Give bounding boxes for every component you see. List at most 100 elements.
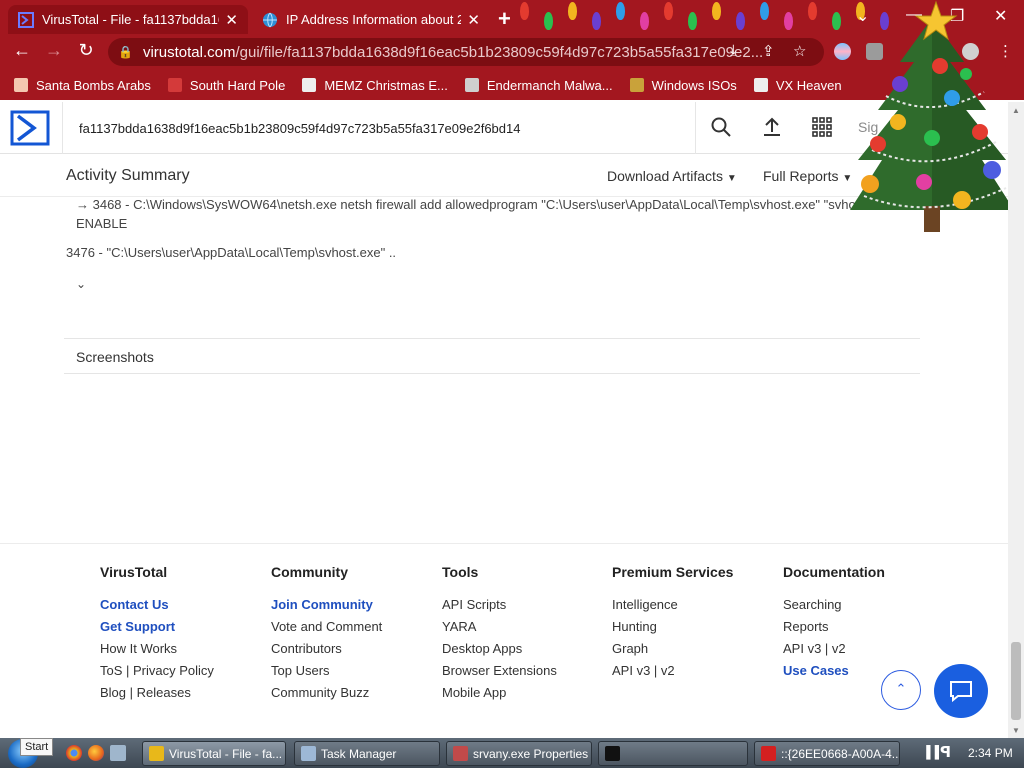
bookmark-item[interactable]: Windows ISOs bbox=[629, 77, 737, 93]
footer-link[interactable]: ToS | Privacy Policy bbox=[100, 660, 270, 682]
bookmark-item[interactable]: Santa Bombs Arabs bbox=[14, 78, 151, 93]
tab-ip-address[interactable]: IP Address Information about 20 ✕ bbox=[252, 5, 490, 34]
tab-title: IP Address Information about 20 bbox=[286, 12, 462, 27]
bookmark-item[interactable]: Endermanch Malwa... bbox=[464, 77, 613, 93]
footer-link[interactable]: API v3 | v2 bbox=[783, 638, 953, 660]
footer-link[interactable]: Blog | Releases bbox=[100, 682, 270, 704]
forward-button[interactable]: → bbox=[42, 40, 66, 61]
scrollbar-thumb[interactable] bbox=[1011, 642, 1021, 720]
screenshots-section[interactable]: Screenshots bbox=[64, 338, 920, 374]
taskbar-window-button[interactable]: Task Manager bbox=[294, 741, 440, 766]
footer-link[interactable]: Mobile App bbox=[442, 682, 612, 704]
back-button[interactable]: ← bbox=[10, 40, 34, 61]
bookmark-label: South Hard Pole bbox=[189, 77, 286, 93]
panda-icon bbox=[464, 78, 479, 92]
bookmark-item[interactable]: South Hard Pole bbox=[167, 77, 286, 93]
footer-link[interactable]: Graph bbox=[612, 638, 782, 660]
download-artifacts-button[interactable]: Download Artifacts ▼ bbox=[607, 168, 737, 184]
footer-link[interactable]: Intelligence bbox=[612, 594, 782, 616]
process-tree-entry: 3476 - "C:\Users\user\AppData\Local\Temp… bbox=[66, 245, 397, 260]
screenshots-heading: Screenshots bbox=[76, 349, 154, 365]
tray-app-icon[interactable]: ꟼ bbox=[940, 743, 951, 761]
taskbar-window-button[interactable]: ::{26EE0668-A00A-4... bbox=[754, 741, 900, 766]
footer-column: Tools API Scripts YARA Desktop Apps Browser … bbox=[442, 564, 612, 704]
footer-link[interactable]: Community Buzz bbox=[271, 682, 441, 704]
light-bulb-icon bbox=[544, 12, 553, 30]
tray-show-hidden-icon[interactable]: ▐▐ bbox=[922, 745, 939, 759]
show-desktop-icon[interactable] bbox=[110, 745, 126, 761]
install-icon[interactable]: ⤓ bbox=[730, 42, 737, 59]
activity-summary-title: Activity Summary bbox=[66, 167, 190, 184]
start-tooltip: Start bbox=[20, 738, 54, 756]
virustotal-favicon-icon bbox=[18, 11, 34, 28]
footer-link[interactable]: Join Community bbox=[271, 594, 441, 616]
globe-favicon-icon bbox=[263, 12, 277, 27]
taskmgr-icon bbox=[301, 746, 316, 761]
reload-button[interactable]: ↻ bbox=[74, 40, 98, 61]
trophy-icon bbox=[629, 78, 644, 92]
christmas-tree-decoration bbox=[850, 0, 1014, 232]
full-reports-button[interactable]: Full Reports ▼ bbox=[763, 168, 852, 184]
firefox-quicklaunch-icon[interactable] bbox=[88, 745, 104, 761]
light-bulb-icon bbox=[664, 2, 673, 20]
page-scrollbar[interactable]: ▲ ▼ bbox=[1008, 102, 1024, 738]
url-path: /gui/file/fa1137bdda1638d9f16eac5b1b2380… bbox=[235, 43, 764, 61]
scroll-down-arrow-icon[interactable]: ▼ bbox=[1012, 726, 1020, 735]
footer-link[interactable]: API Scripts bbox=[442, 594, 612, 616]
taskbar-button-label: srvany.exe Properties bbox=[473, 746, 589, 761]
footer-link[interactable]: Top Users bbox=[271, 660, 441, 682]
light-bulb-icon bbox=[592, 12, 601, 30]
scroll-up-arrow-icon[interactable]: ▲ bbox=[1012, 106, 1020, 115]
light-bulb-icon bbox=[688, 12, 697, 30]
taskbar-window-button[interactable]: VirusTotal - File - fa... bbox=[142, 741, 286, 766]
taskbar-window-button[interactable] bbox=[598, 741, 748, 766]
light-bulb-icon bbox=[784, 12, 793, 30]
footer-link[interactable]: Searching bbox=[783, 594, 953, 616]
spider-icon bbox=[753, 78, 768, 92]
footer-link[interactable]: Browser Extensions bbox=[442, 660, 612, 682]
apps-grid-icon[interactable] bbox=[811, 116, 833, 138]
process-tree-entry-continued: ENABLE bbox=[76, 216, 128, 231]
footer-link[interactable]: Vote and Comment bbox=[271, 616, 441, 638]
bookmark-star-icon[interactable]: ☆ bbox=[793, 42, 806, 60]
footer-link[interactable]: Contributors bbox=[271, 638, 441, 660]
share-icon[interactable]: ⇪ bbox=[762, 42, 775, 60]
footer-link[interactable]: How It Works bbox=[100, 638, 270, 660]
footer-link[interactable]: Hunting bbox=[612, 616, 782, 638]
bookmark-label: Windows ISOs bbox=[651, 77, 737, 93]
footer-link[interactable]: Use Cases bbox=[783, 660, 953, 682]
footer-column: Community Join Community Vote and Comment C… bbox=[271, 564, 441, 704]
taskbar-clock[interactable]: 2:34 PM bbox=[968, 746, 1013, 760]
cmd-icon bbox=[605, 746, 620, 761]
footer-link[interactable]: Get Support bbox=[100, 616, 270, 638]
snowflake-icon bbox=[167, 78, 182, 92]
chrome-quicklaunch-icon[interactable] bbox=[66, 745, 82, 761]
footer-link[interactable]: Contact Us bbox=[100, 594, 270, 616]
footer-link[interactable]: Desktop Apps bbox=[442, 638, 612, 660]
search-icon[interactable] bbox=[710, 116, 732, 138]
tab-close-icon[interactable]: ✕ bbox=[467, 11, 480, 29]
process-tree-entry: → 3468 - C:\Windows\SysWOW64\netsh.exe n… bbox=[76, 197, 863, 212]
search-input[interactable]: fa1137bdda1638d9f16eac5b1b23809c59f4d97c… bbox=[62, 102, 696, 154]
bookmark-item[interactable]: VX Heaven bbox=[753, 78, 842, 93]
bookmark-item[interactable]: MEMZ Christmas E... bbox=[302, 78, 448, 93]
full-reports-label: Full Reports bbox=[763, 168, 839, 184]
chrome-icon bbox=[149, 746, 164, 761]
footer-link[interactable]: API v3 | v2 bbox=[612, 660, 782, 682]
tab-virustotal[interactable]: VirusTotal - File - fa1137bdda163 ✕ bbox=[8, 5, 248, 34]
light-bulb-icon bbox=[712, 2, 721, 20]
expand-chevron-icon[interactable]: ⌄ bbox=[76, 277, 86, 291]
site-footer: ⌃ VirusTotal Contact Us Get Support How It … bbox=[0, 543, 1008, 738]
bookmark-label: Endermanch Malwa... bbox=[486, 77, 613, 93]
footer-link[interactable]: Reports bbox=[783, 616, 953, 638]
virustotal-logo-icon[interactable] bbox=[10, 110, 50, 146]
light-bulb-icon bbox=[736, 12, 745, 30]
footer-link[interactable]: YARA bbox=[442, 616, 612, 638]
light-bulb-icon bbox=[832, 12, 841, 30]
taskbar-window-button[interactable]: srvany.exe Properties bbox=[446, 741, 592, 766]
address-bar[interactable]: 🔒 virustotal.com/gui/file/fa1137bdda1638… bbox=[108, 38, 824, 66]
upload-icon[interactable] bbox=[761, 116, 783, 138]
new-tab-button[interactable]: + bbox=[498, 6, 511, 32]
tab-close-icon[interactable]: ✕ bbox=[225, 11, 238, 29]
bookmark-label: MEMZ Christmas E... bbox=[324, 77, 448, 93]
